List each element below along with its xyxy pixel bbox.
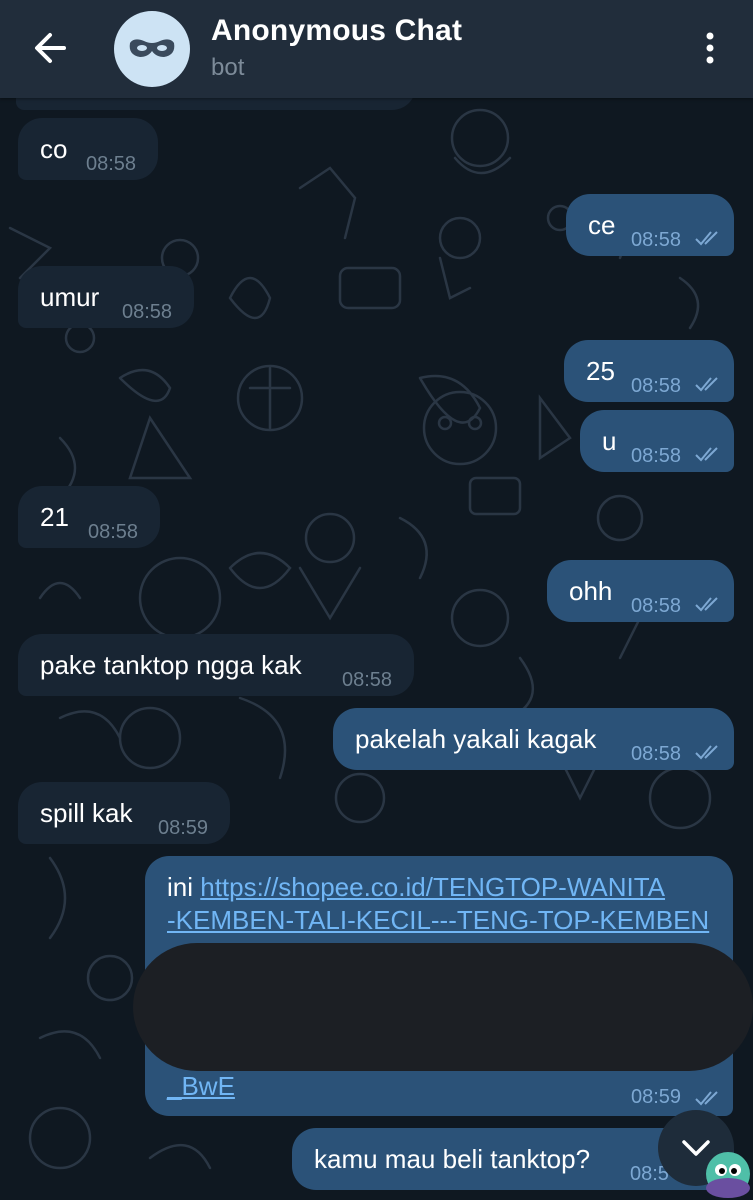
more-vertical-icon[interactable]: [696, 28, 724, 68]
message-bubble-outgoing[interactable]: ohh 08:58: [547, 560, 734, 622]
message-time: 08:58: [86, 153, 137, 175]
message-text: pakelah yakali kagak: [355, 724, 597, 754]
message-time: 08:58: [631, 595, 682, 617]
link-line-1: ini https://shopee.co.id/TENGTOP-WANITA: [167, 872, 665, 902]
message-time: 08:58: [631, 375, 682, 397]
double-check-icon: [695, 231, 718, 246]
redaction-overlay: [133, 943, 753, 1071]
link-line-2: -KEMBEN-TALI-KECIL---TENG-TOP-KEMBEN: [167, 905, 709, 935]
message-time: 08:58: [342, 669, 393, 691]
message-time: 08:58: [122, 301, 173, 323]
message-bubble-outgoing[interactable]: 25 08:58: [564, 340, 734, 402]
message-time: 08:58: [631, 229, 682, 251]
message-bubble-outgoing[interactable]: pakelah yakali kagak 08:58: [333, 708, 734, 770]
message-bubble-outgoing[interactable]: ce 08:58: [566, 194, 734, 256]
mask-icon: [129, 39, 175, 57]
double-check-icon: [695, 447, 718, 462]
arrow-left-icon[interactable]: [30, 26, 70, 70]
message-text: ohh: [569, 576, 613, 606]
message-bubble-incoming[interactable]: pake tanktop ngga kak 08:58: [18, 634, 414, 696]
link-line-last: _BwE: [167, 1071, 235, 1101]
message-time: 08:58: [631, 445, 682, 467]
message-time: 08:58: [631, 743, 682, 765]
product-link[interactable]: https://shopee.co.id/TENGTOP-WANITA: [200, 872, 665, 902]
message-text: pake tanktop ngga kak: [40, 650, 302, 680]
sticker-icon: [706, 1152, 750, 1198]
message-text: spill kak: [40, 798, 133, 828]
message-text: ce: [588, 210, 616, 240]
message-list[interactable]: co 08:58 ce 08:58 umur 08:58 25 08:58 u …: [0, 98, 753, 1200]
message-text: co: [40, 134, 68, 164]
message-time: 08:58: [88, 521, 139, 543]
double-check-icon: [695, 597, 718, 612]
message-text: 25: [586, 356, 615, 386]
message-time: 08:59: [158, 817, 209, 839]
chat-title[interactable]: Anonymous Chat: [211, 14, 462, 48]
product-link-continued[interactable]: -KEMBEN-TALI-KECIL---TENG-TOP-KEMBEN: [167, 905, 709, 935]
message-bubble-incoming[interactable]: 21 08:58: [18, 486, 160, 548]
double-check-icon: [695, 745, 718, 760]
message-bubble-incoming[interactable]: spill kak 08:59: [18, 782, 230, 844]
message-bubble-incoming[interactable]: co 08:58: [18, 118, 158, 180]
chat-subtitle: bot: [211, 54, 245, 81]
message-text: u: [602, 426, 617, 456]
message-prefix: ini: [167, 872, 201, 902]
message-bubble-partial[interactable]: [16, 98, 416, 110]
message-time: 08:59: [631, 1086, 682, 1108]
message-text: umur: [40, 282, 100, 312]
message-text: 21: [40, 502, 69, 532]
message-text: kamu mau beli tanktop?: [314, 1144, 591, 1174]
double-check-icon: [695, 377, 718, 392]
product-link-end[interactable]: _BwE: [167, 1071, 235, 1101]
chat-header: Anonymous Chat bot: [0, 0, 753, 98]
message-bubble-incoming[interactable]: umur 08:58: [18, 266, 194, 328]
double-check-icon: [695, 1091, 718, 1106]
avatar[interactable]: [114, 11, 190, 87]
message-bubble-outgoing[interactable]: u 08:58: [580, 410, 734, 472]
